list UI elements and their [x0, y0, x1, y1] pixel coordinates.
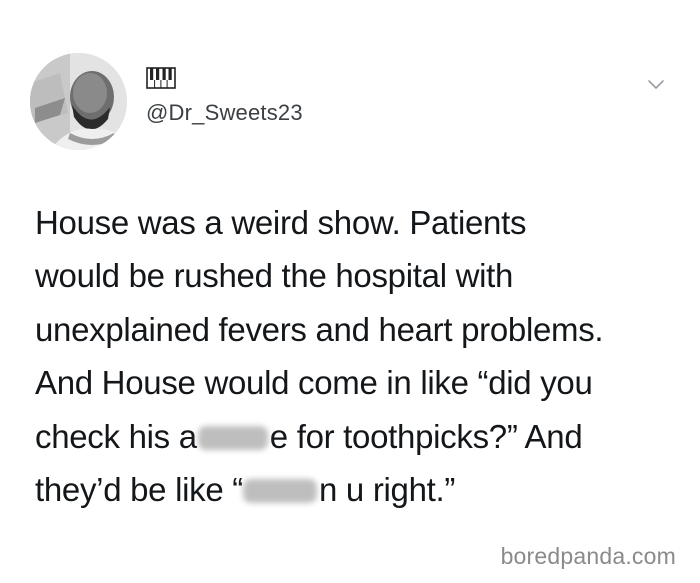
tweet-line: they’d be like “ n u right.”	[35, 463, 680, 516]
tweet-line-part: they’d be like “	[35, 471, 243, 509]
tweet-line-part: check his a	[35, 417, 197, 455]
tweet-line-part: e for toothpicks?” And	[269, 417, 583, 455]
tweet-line: check his a e for toothpicks?” And	[35, 410, 680, 463]
tweet-line: And House would come in like “did you	[35, 364, 593, 402]
chevron-down-icon[interactable]	[645, 74, 667, 96]
censor-blur	[197, 425, 268, 450]
tweet-line-part: n u right.”	[318, 471, 456, 509]
user-handle[interactable]: @Dr_Sweets23	[146, 100, 303, 126]
watermark: boredpanda.com	[500, 543, 676, 569]
tweet-line: would be rushed the hospital with	[35, 257, 514, 295]
tweet-line: unexplained fevers and heart problems.	[35, 310, 604, 348]
tweet-text: House was a weird show. Patients would b…	[35, 196, 680, 516]
censor-blur	[242, 479, 317, 504]
piano-keys-icon	[146, 67, 176, 89]
tweet-line: House was a weird show. Patients	[35, 204, 527, 241]
avatar[interactable]	[30, 53, 127, 150]
tweet-card: @Dr_Sweets23 House was a weird show. Pat…	[0, 0, 700, 583]
avatar-photo	[30, 53, 127, 150]
